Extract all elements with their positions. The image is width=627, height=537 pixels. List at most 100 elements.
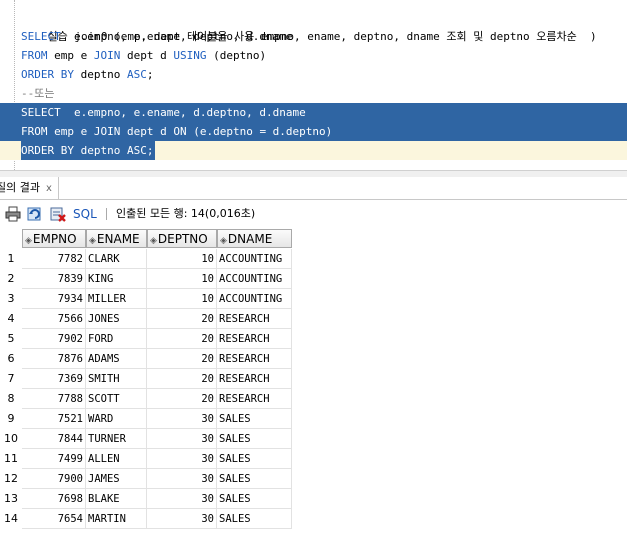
cell-dname[interactable]: ACCOUNTING	[217, 249, 292, 269]
cell-dname[interactable]: RESEARCH	[217, 369, 292, 389]
sql-button[interactable]: SQL	[73, 206, 97, 222]
editor-line-6-selected[interactable]: SELECT e.empno, e.ename, d.deptno, d.dna…	[0, 103, 627, 122]
cell-ename[interactable]: MILLER	[86, 289, 147, 309]
refresh-sql-icon[interactable]	[27, 206, 43, 222]
cell-deptno[interactable]: 10	[147, 269, 217, 289]
cell-deptno[interactable]: 20	[147, 349, 217, 369]
cell-ename[interactable]: SMITH	[86, 369, 147, 389]
cell-deptno[interactable]: 30	[147, 429, 217, 449]
cell-empno[interactable]: 7782	[22, 249, 86, 269]
cell-deptno[interactable]: 20	[147, 329, 217, 349]
cell-deptno[interactable]: 20	[147, 309, 217, 329]
cell-deptno[interactable]: 30	[147, 509, 217, 529]
column-header-deptno[interactable]: ◈DEPTNO	[147, 229, 217, 248]
cell-dname[interactable]: ACCOUNTING	[217, 269, 292, 289]
row-number[interactable]: 7	[0, 369, 22, 389]
print-icon[interactable]	[5, 206, 21, 222]
column-header-dname[interactable]: ◈DNAME	[217, 229, 292, 248]
cell-empno[interactable]: 7900	[22, 469, 86, 489]
tab-query-result[interactable]: 질의 결과 x	[0, 177, 59, 199]
cell-ename[interactable]: JAMES	[86, 469, 147, 489]
cell-ename[interactable]: WARD	[86, 409, 147, 429]
clear-results-icon[interactable]	[50, 206, 66, 222]
cell-deptno[interactable]: 10	[147, 289, 217, 309]
cell-empno[interactable]: 7566	[22, 309, 86, 329]
fetch-status: 인출된 모든 행: 14(0,016초)	[116, 207, 256, 220]
cell-empno[interactable]: 7654	[22, 509, 86, 529]
editor-line-5[interactable]: --또는	[0, 84, 627, 103]
tab-label: 질의 결과	[0, 181, 40, 194]
cell-empno[interactable]: 7521	[22, 409, 86, 429]
cell-empno[interactable]: 7902	[22, 329, 86, 349]
row-number[interactable]: 6	[0, 349, 22, 369]
row-number[interactable]: 1	[0, 249, 22, 269]
row-number[interactable]: 3	[0, 289, 22, 309]
cell-ename[interactable]: KING	[86, 269, 147, 289]
column-label: ENAME	[96, 232, 140, 246]
cell-ename[interactable]: ADAMS	[86, 349, 147, 369]
row-number[interactable]: 11	[0, 449, 22, 469]
cell-ename[interactable]: CLARK	[86, 249, 147, 269]
cell-deptno[interactable]: 30	[147, 449, 217, 469]
cell-dname[interactable]: RESEARCH	[217, 329, 292, 349]
cell-dname[interactable]: SALES	[217, 429, 292, 449]
cell-empno[interactable]: 7844	[22, 429, 86, 449]
cell-deptno[interactable]: 20	[147, 389, 217, 409]
cell-empno[interactable]: 7788	[22, 389, 86, 409]
keyword: SELECT	[21, 30, 61, 43]
keyword: USING	[173, 49, 207, 62]
cell-dname[interactable]: SALES	[217, 489, 292, 509]
row-number[interactable]: 10	[0, 429, 22, 449]
editor-line-1[interactable]: 실습 join0 (emp, dept 테이블을 사용 empno, ename…	[0, 8, 627, 43]
cell-ename[interactable]: ALLEN	[86, 449, 147, 469]
cell-ename[interactable]: TURNER	[86, 429, 147, 449]
row-number[interactable]: 5	[0, 329, 22, 349]
cell-dname[interactable]: RESEARCH	[217, 349, 292, 369]
code-text: e.empno, e.ename, deptno, d.dname	[60, 30, 293, 43]
row-number[interactable]: 4	[0, 309, 22, 329]
column-header-empno[interactable]: ◈EMPNO	[22, 229, 86, 248]
cell-empno[interactable]: 7698	[22, 489, 86, 509]
cell-dname[interactable]: RESEARCH	[217, 389, 292, 409]
cell-dname[interactable]: RESEARCH	[217, 309, 292, 329]
cell-empno[interactable]: 7876	[22, 349, 86, 369]
cell-dname[interactable]: SALES	[217, 509, 292, 529]
cell-empno[interactable]: 7499	[22, 449, 86, 469]
cell-dname[interactable]: SALES	[217, 409, 292, 429]
keyword: JOIN	[93, 49, 121, 62]
toolbar-separator	[106, 208, 107, 220]
row-number[interactable]: 13	[0, 489, 22, 509]
cell-empno[interactable]: 7934	[22, 289, 86, 309]
cell-ename[interactable]: FORD	[86, 329, 147, 349]
sql-editor[interactable]: 실습 join0 (emp, dept 테이블을 사용 empno, ename…	[0, 0, 627, 170]
cell-dname[interactable]: ACCOUNTING	[217, 289, 292, 309]
cell-deptno[interactable]: 10	[147, 249, 217, 269]
cell-deptno[interactable]: 20	[147, 369, 217, 389]
editor-line-3[interactable]: FROM emp e JOIN dept d USING (deptno)	[0, 46, 627, 65]
editor-line-2[interactable]: SELECT e.empno, e.ename, deptno, d.dname	[0, 27, 627, 46]
cell-deptno[interactable]: 30	[147, 409, 217, 429]
code-text: (e.deptno = d.deptno)	[186, 125, 333, 138]
cell-dname[interactable]: SALES	[217, 469, 292, 489]
cell-ename[interactable]: BLAKE	[86, 489, 147, 509]
row-number[interactable]: 14	[0, 509, 22, 529]
editor-line-4[interactable]: ORDER BY deptno ASC;	[0, 65, 627, 84]
results-tabbar: 질의 결과 x	[0, 177, 627, 200]
cell-dname[interactable]: SALES	[217, 449, 292, 469]
editor-line-7-selected[interactable]: FROM emp e JOIN dept d ON (e.deptno = d.…	[0, 122, 627, 141]
column-header-ename[interactable]: ◈ENAME	[86, 229, 147, 248]
cell-deptno[interactable]: 30	[147, 489, 217, 509]
row-number[interactable]: 2	[0, 269, 22, 289]
cell-empno[interactable]: 7839	[22, 269, 86, 289]
editor-line-8-current[interactable]: ORDER BY deptno ASC;	[0, 141, 627, 160]
cell-ename[interactable]: JONES	[86, 309, 147, 329]
row-number[interactable]: 9	[0, 409, 22, 429]
cell-deptno[interactable]: 30	[147, 469, 217, 489]
close-icon[interactable]: x	[46, 183, 52, 194]
row-number[interactable]: 12	[0, 469, 22, 489]
keyword: FROM	[21, 125, 48, 138]
cell-ename[interactable]: MARTIN	[86, 509, 147, 529]
row-number[interactable]: 8	[0, 389, 22, 409]
cell-ename[interactable]: SCOTT	[86, 389, 147, 409]
cell-empno[interactable]: 7369	[22, 369, 86, 389]
